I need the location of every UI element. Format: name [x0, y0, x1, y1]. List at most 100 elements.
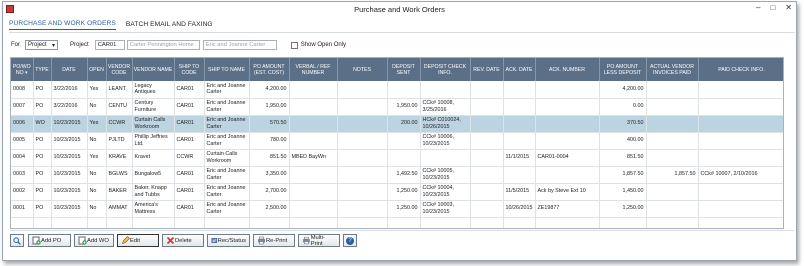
column-header[interactable]: DEPOSIT CHECK INFO. [420, 58, 471, 81]
table-cell: Curtain Calls Workroom [132, 115, 175, 133]
table-row[interactable]: 0004 PO 10/23/2015 Yes KRAVE Kravet CCWR Curtai… [11, 149, 783, 167]
search-icon [13, 236, 21, 245]
table-cell [470, 183, 504, 201]
table-cell: 200.00 [387, 115, 421, 133]
column-header[interactable]: DATE [51, 58, 88, 81]
project-name-field: Carter Pennington Home [126, 40, 200, 50]
empty-cell [87, 217, 107, 228]
column-header[interactable]: VERBAL / REF NUMBER [289, 58, 338, 81]
column-header[interactable]: PAID CHECK INFO. [698, 58, 783, 81]
tab-purchase-work-orders[interactable]: PURCHASE AND WORK ORDERS [9, 20, 116, 30]
table-cell: 10/23/2015 [51, 200, 88, 218]
empty-cell [535, 217, 600, 228]
table-row[interactable]: 0001 PO 10/23/2015 No AMMAT America's Mattres… [11, 200, 783, 218]
toolbar-divider [10, 230, 794, 231]
column-header[interactable]: PO AMOUNT LESS DEPOSIT [599, 58, 647, 81]
table-cell [337, 132, 388, 150]
table-cell [535, 98, 600, 116]
table-cell: CAR01 [174, 81, 205, 99]
window-title: Purchase and Work Orders [354, 4, 445, 14]
table-cell [698, 115, 783, 133]
minimize-button[interactable]: – [756, 3, 760, 12]
table-cell: KRAVE [106, 149, 133, 167]
delete-button[interactable]: Delete [162, 234, 204, 247]
column-header[interactable]: PO/WO NO ▾ [11, 58, 34, 81]
table-cell [646, 98, 699, 116]
empty-cell [646, 217, 699, 228]
table-cell: No [87, 200, 107, 218]
show-open-only-label: Show Open Only [300, 42, 347, 48]
table-cell: PO [33, 183, 52, 201]
table-cell: CENTU [106, 98, 133, 116]
add-po-button[interactable]: Add PO [28, 234, 71, 247]
table-cell: 1,857.50 [646, 166, 699, 184]
reprint-button[interactable]: Re-Print [253, 234, 295, 247]
column-header[interactable]: ACK. NUMBER [535, 58, 600, 81]
column-header[interactable]: REV. DATE [470, 58, 504, 81]
edit-button[interactable]: Edit [117, 234, 159, 247]
table-cell: HCk# C010024, 10/26/2015 [420, 115, 471, 133]
table-cell: 400.00 [599, 132, 647, 150]
for-select[interactable]: Project ▾ [25, 40, 58, 50]
show-open-only-checkbox[interactable] [290, 41, 298, 49]
table-cell [387, 81, 421, 99]
table-row[interactable]: 0007 PO 3/22/2016 No CENTU Century Furniture C… [11, 98, 783, 116]
search-button[interactable] [10, 234, 24, 247]
column-header[interactable]: ACTUAL VENDOR INVOICES PAID [646, 58, 699, 81]
table-cell: 3/22/2016 [51, 98, 88, 116]
table-row[interactable]: 0005 PO 10/23/2015 No PJLTD Phillip Jeffries … [11, 132, 783, 150]
column-header[interactable]: SHIP TO CODE [174, 58, 205, 81]
table-cell: PO [33, 98, 52, 116]
column-header[interactable]: SHIP TO NAME [204, 58, 250, 81]
table-cell: 780.00 [249, 132, 290, 150]
multi-print-button[interactable]: Multi-Print [298, 234, 340, 247]
table-cell: 4,200.00 [599, 81, 647, 99]
table-cell: No [87, 183, 107, 201]
edit-icon [122, 236, 130, 244]
show-open-only-toggle[interactable]: Show Open Only [290, 41, 347, 49]
help-button[interactable]: ? [343, 234, 357, 247]
table-cell: 1,250.00 [387, 200, 421, 218]
tab-batch-email-faxing[interactable]: BATCH EMAIL AND FAXING [126, 21, 213, 30]
table-cell [503, 166, 536, 184]
empty-cell [204, 217, 250, 228]
table-row[interactable]: 0008 PO 3/22/2016 Yes LEANT Legacy Antiques CA… [11, 81, 783, 99]
column-header[interactable]: OPEN [87, 58, 107, 81]
column-header[interactable]: DEPOSIT SENT [387, 58, 421, 81]
table-cell [698, 183, 783, 201]
add-wo-icon [78, 236, 87, 245]
close-button[interactable]: ✕ [785, 3, 792, 12]
reprint-label: Re-Print [266, 237, 288, 244]
table-cell [470, 115, 504, 133]
column-header[interactable]: VENDOR NAME [132, 58, 175, 81]
table-cell: No [87, 98, 107, 116]
table-row[interactable]: 0006 WO 10/23/2015 Yes CCWR Curtain Calls Wor… [11, 115, 783, 133]
column-header[interactable]: VENDOR CODE [106, 58, 133, 81]
table-cell: 3/22/2016 [51, 81, 88, 99]
maximize-button[interactable]: □ [770, 3, 775, 12]
table-header-row: PO/WO NO ▾ TYPE DATE OPEN VENDOR CODE VENDOR … [11, 58, 783, 81]
rec-status-button[interactable]: Rec/Status [207, 234, 250, 247]
table-cell: 1,857.50 [599, 166, 647, 184]
table-cell [503, 132, 536, 150]
table-row[interactable]: 0003 PO 10/23/2015 No BGLWS Bungalow5 CAR01 Eri… [11, 166, 783, 184]
table-row[interactable]: 0002 PO 10/23/2015 No BAKER Baker, Knapp and … [11, 183, 783, 201]
table-cell [470, 149, 504, 167]
add-wo-button[interactable]: Add WO [74, 234, 114, 247]
table-cell: CCk# 10006, 10/23/2015 [420, 132, 471, 150]
column-header[interactable]: ACK. DATE [503, 58, 536, 81]
for-select-value: Project [28, 42, 47, 48]
table-cell [698, 81, 783, 99]
project-code-field[interactable]: CAR01 [94, 40, 125, 50]
column-header[interactable]: PO AMOUNT (EST. COST) [249, 58, 290, 81]
orders-grid: PO/WO NO ▾ TYPE DATE OPEN VENDOR CODE VENDOR … [10, 57, 784, 229]
column-header[interactable]: NOTES [337, 58, 388, 81]
table-cell: Yes [87, 81, 107, 99]
table-cell: 10/26/2015 [503, 200, 536, 218]
column-header[interactable]: TYPE [33, 58, 52, 81]
empty-cell [698, 217, 783, 228]
table-cell [698, 149, 783, 167]
multi-print-label: Multi-Print [310, 234, 325, 247]
table-cell: 10/23/2015 [51, 166, 88, 184]
table-cell [646, 149, 699, 167]
